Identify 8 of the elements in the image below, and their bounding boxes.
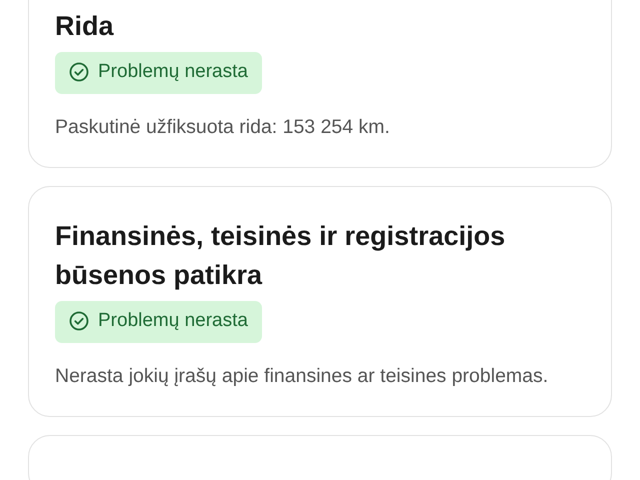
status-badge: Problemų nerasta — [55, 301, 262, 343]
card-description: Paskutinė užfiksuota rida: 153 254 km. — [55, 114, 391, 140]
card-title: Finansinės, teisinės ir registracijos būsenos patikra — [55, 220, 506, 292]
check-circle-icon — [69, 311, 89, 332]
status-badge: Problemų nerasta — [55, 52, 262, 94]
check-circle-icon — [69, 62, 89, 82]
card-description: Nerasta jokių įrašų apie finansines ar teisines problemas. — [55, 364, 550, 389]
card-title: Rida — [55, 10, 115, 43]
